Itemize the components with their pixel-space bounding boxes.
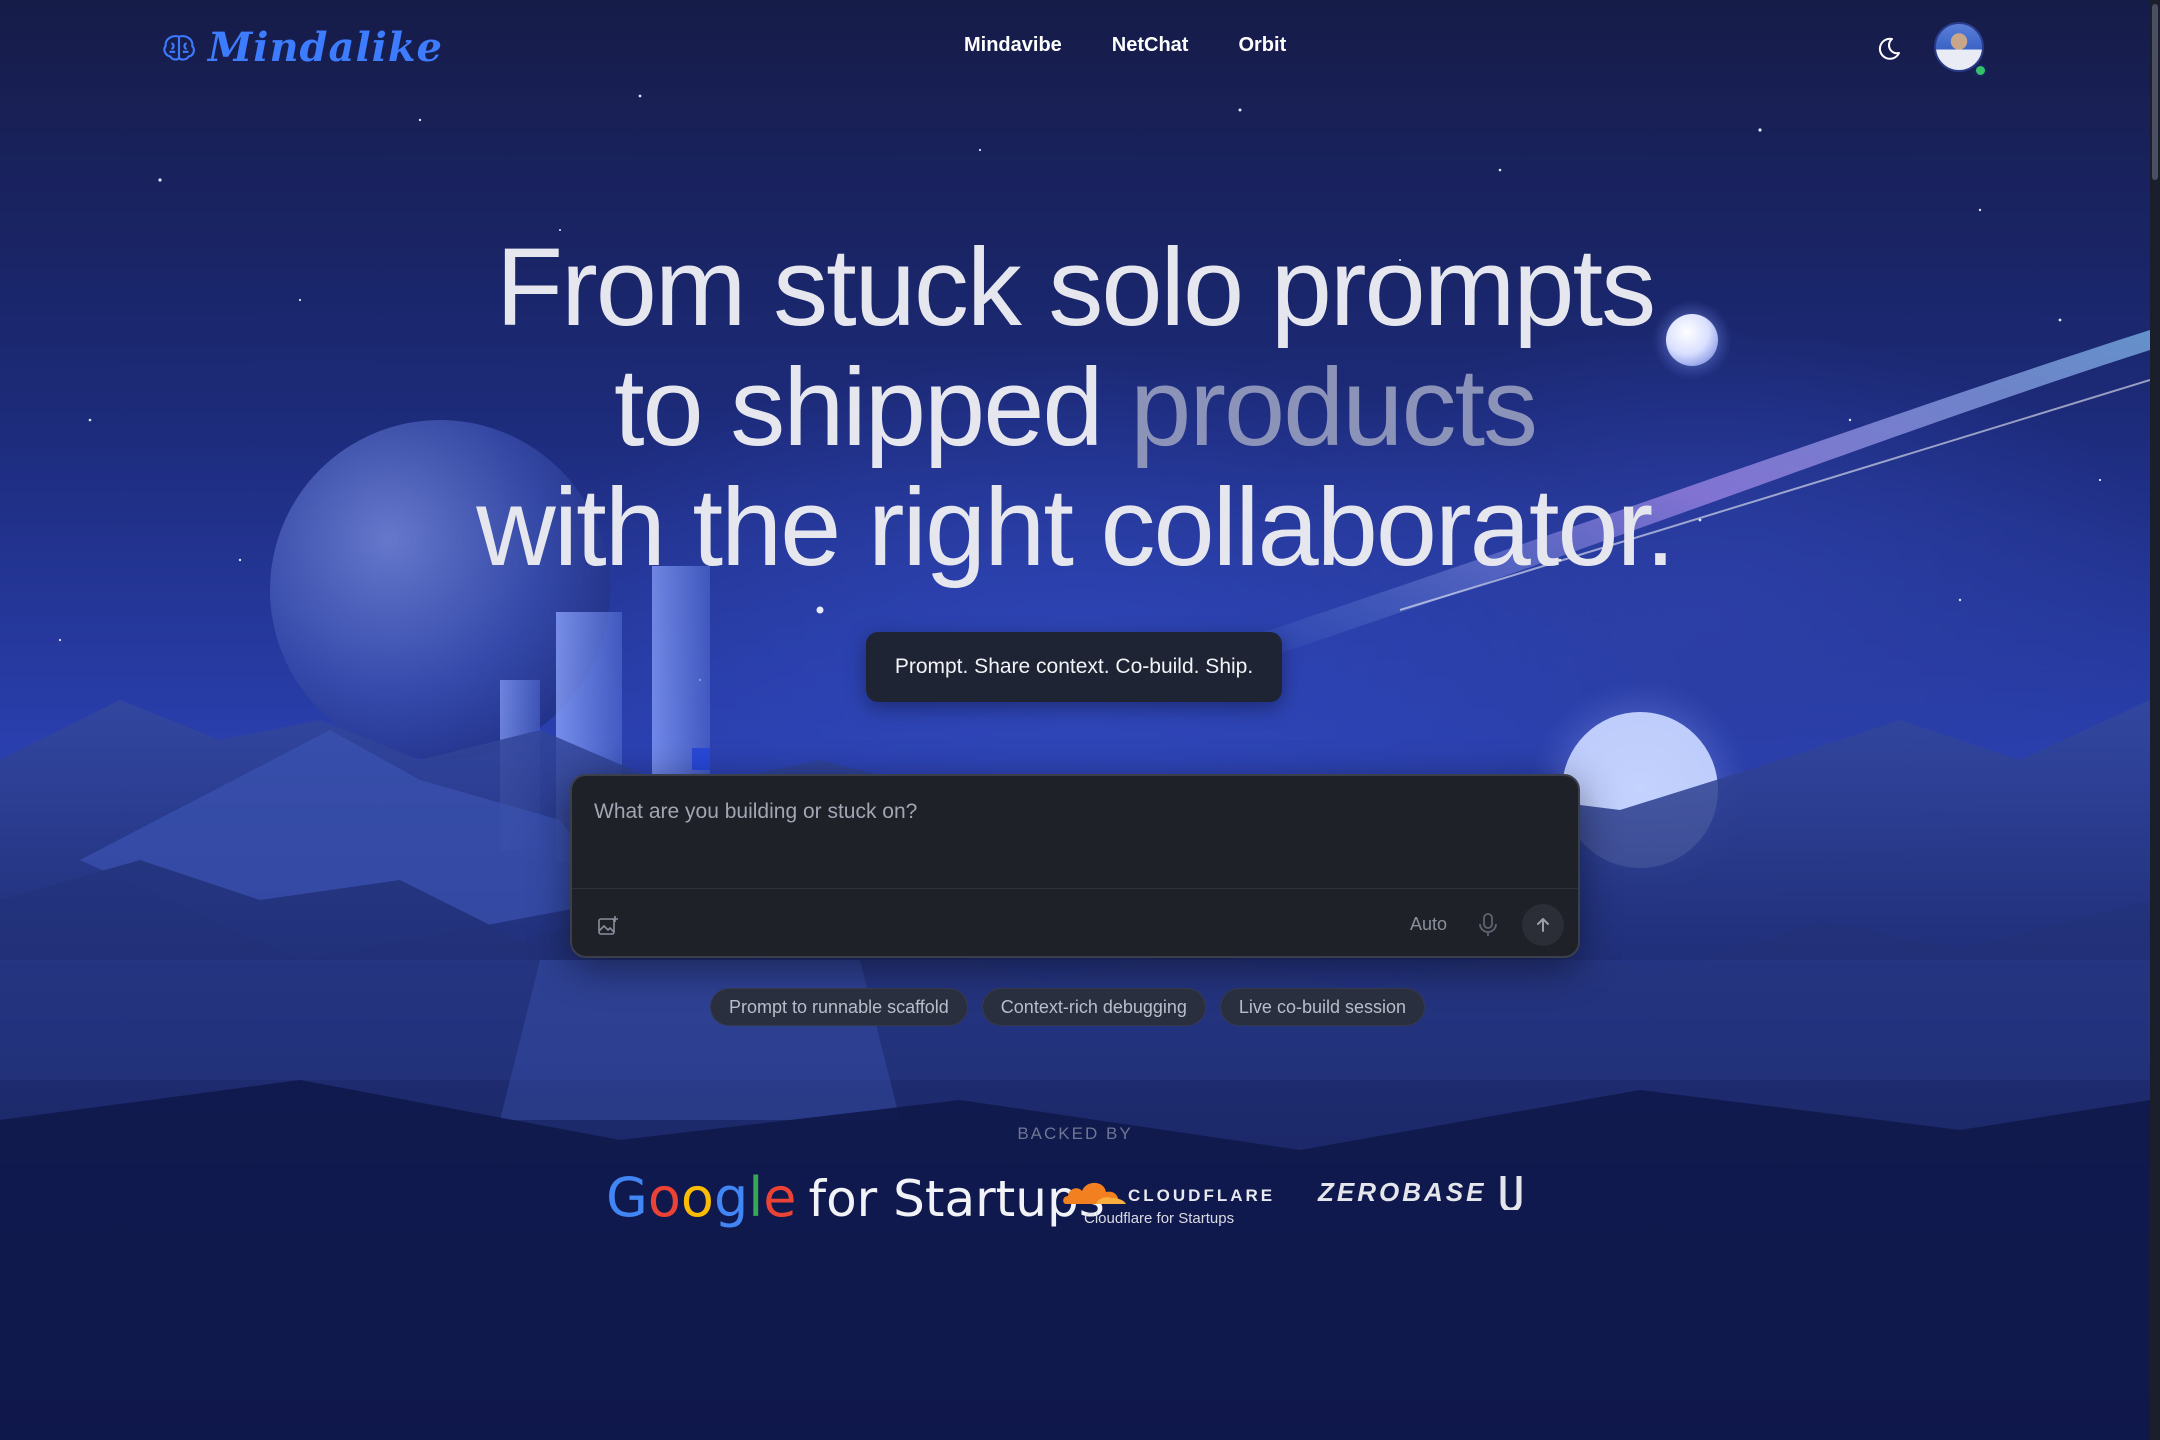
model-mode-selector[interactable]: Auto [1410,914,1447,935]
zerobase-name: ZEROBASE [1318,1176,1487,1207]
prompt-input[interactable] [594,800,1554,880]
brand-name: Mindalike [208,24,443,71]
prompt-composer: Auto [570,774,1580,958]
microphone-icon[interactable] [1476,912,1500,938]
google-for-startups-logo: Google for Startups [606,1166,1105,1229]
google-letter: G [606,1166,648,1229]
suggestion-chip[interactable]: Context-rich debugging [981,988,1206,1026]
cloudflare-name: CLOUDFLARE [1128,1186,1276,1205]
main-nav: Mindavibe NetChat Orbit [964,34,1286,57]
send-button[interactable] [1522,904,1564,946]
google-letter: o [680,1166,714,1229]
backed-by-heading: BACKED BY [1017,1124,1133,1143]
suggestion-chip[interactable]: Prompt to runnable scaffold [710,988,968,1026]
zerobase-logo: ZEROBASE [1318,1174,1524,1210]
moon-icon[interactable] [1874,34,1904,64]
page-scrollbar[interactable] [2150,0,2160,1440]
brain-icon [163,34,195,61]
headline-line-1: From stuck solo prompts [495,226,1656,349]
headline-line-2: to shipped products [0,348,2150,468]
suggestion-chip[interactable]: Live co-build session [1219,988,1426,1026]
headline-line-2-start: to shipped [613,346,1131,469]
cloudflare-subtitle: Cloudflare for Startups [1084,1210,1235,1227]
hero-headline: From stuck solo prompts to shipped produ… [0,228,2150,588]
google-letter: o [647,1166,681,1229]
scrollbar-thumb[interactable] [2152,4,2158,180]
composer-divider [572,888,1578,889]
google-letter: l [748,1166,764,1229]
suggestion-chips: Prompt to runnable scaffold Context-rich… [710,988,1426,1026]
top-navbar: Mindalike Mindavibe NetChat Orbit [0,0,2150,96]
brand-logo[interactable]: Mindalike [160,24,443,71]
nav-link-mindavibe[interactable]: Mindavibe [964,34,1062,57]
nav-link-netchat[interactable]: NetChat [1112,34,1189,57]
google-letter: g [713,1166,749,1229]
cloudflare-cloud-icon [1063,1182,1126,1204]
zerobase-mark-icon [1500,1176,1522,1210]
image-add-icon[interactable] [596,914,620,938]
tagline-pill: Prompt. Share context. Co-build. Ship. [866,632,1282,702]
google-letter: e [763,1166,797,1229]
online-status-dot [1974,64,1987,77]
headline-line-3: with the right collaborator. [476,466,1675,589]
cloudflare-logo: CLOUDFLARE Cloudflare for Startups [1060,1170,1272,1230]
headline-line-2-highlight: products [1130,346,1538,469]
nav-link-orbit[interactable]: Orbit [1238,34,1286,57]
arrow-up-icon [1537,918,1549,932]
